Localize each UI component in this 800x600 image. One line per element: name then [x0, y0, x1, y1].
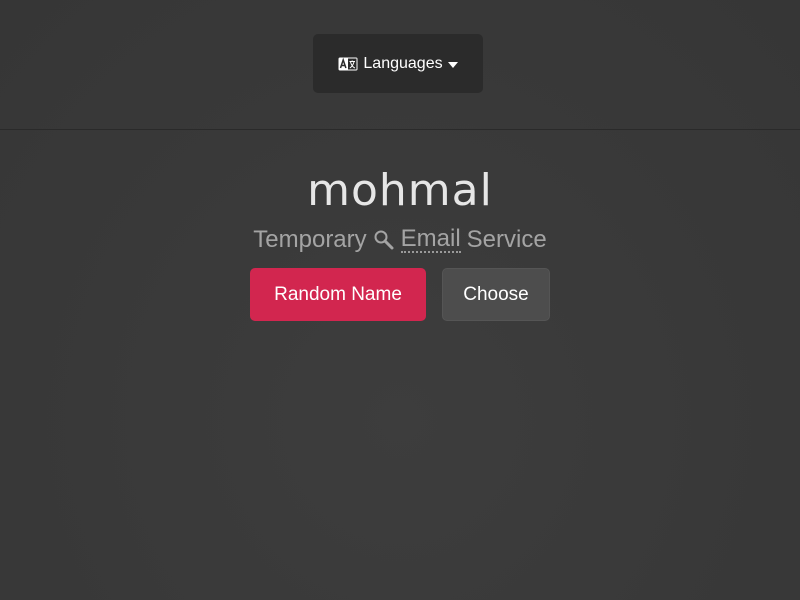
random-name-button[interactable]: Random Name: [250, 268, 426, 321]
translate-icon: [338, 57, 358, 71]
logo-text: mohmal: [307, 165, 493, 216]
top-bar: Languages: [0, 0, 800, 130]
choose-button[interactable]: Choose: [442, 268, 550, 321]
tagline-email: Email: [400, 225, 461, 253]
languages-dropdown-button[interactable]: Languages: [313, 34, 483, 93]
tagline-temporary: Temporary: [253, 226, 367, 253]
caret-down-icon: [447, 61, 458, 68]
search-icon: [373, 229, 395, 251]
page: Languages mohmal Temporary Email Service…: [0, 0, 800, 600]
tagline-service: Service: [466, 226, 547, 253]
site-logo: mohmal: [0, 165, 800, 217]
action-buttons: Random Name Choose: [0, 268, 800, 321]
languages-label: Languages: [363, 54, 443, 72]
tagline: Temporary Email Service: [0, 226, 800, 254]
